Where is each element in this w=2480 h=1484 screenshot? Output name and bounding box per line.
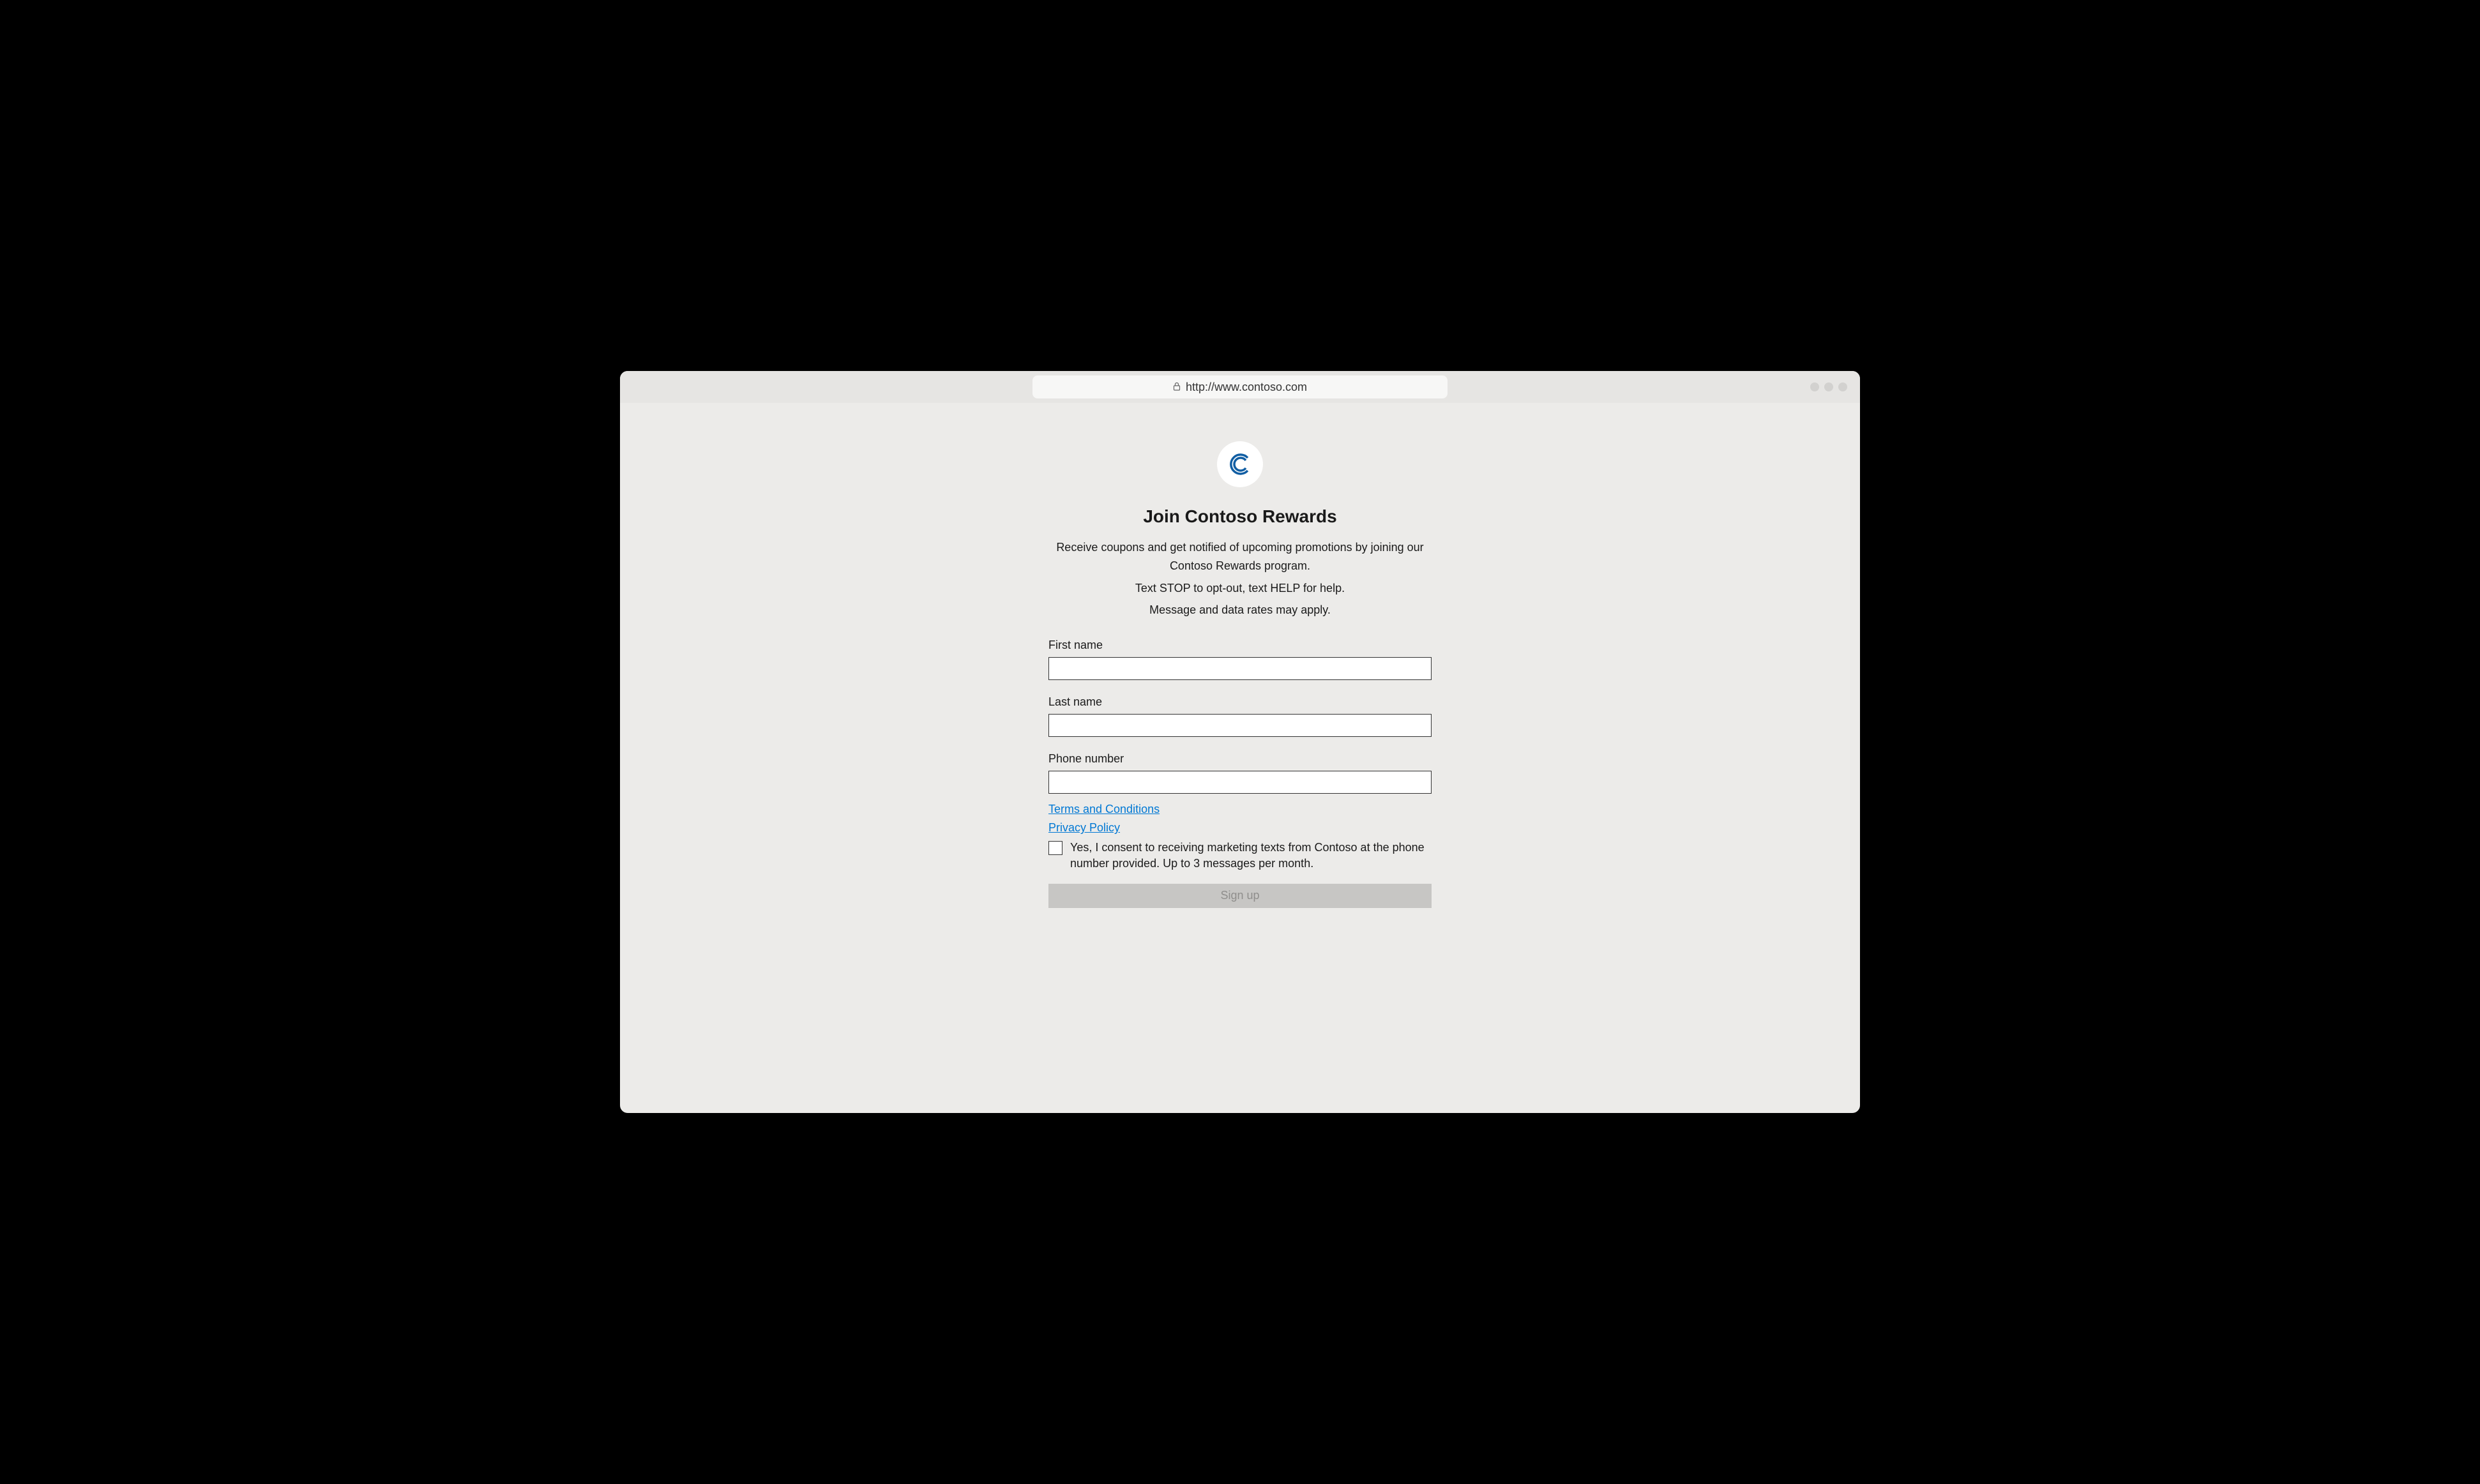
first-name-label: First name (1048, 639, 1432, 652)
last-name-input[interactable] (1048, 714, 1432, 737)
description-line-1: Receive coupons and get notified of upco… (1048, 538, 1432, 575)
phone-number-label: Phone number (1048, 752, 1432, 766)
logo-wrapper (1048, 441, 1432, 487)
last-name-label: Last name (1048, 695, 1432, 709)
signup-button[interactable]: Sign up (1048, 884, 1432, 908)
first-name-input[interactable] (1048, 657, 1432, 680)
url-bar[interactable]: http://www.contoso.com (1032, 375, 1448, 398)
lock-icon (1173, 382, 1181, 393)
description-line-2: Text STOP to opt-out, text HELP for help… (1048, 579, 1432, 598)
browser-chrome: http://www.contoso.com (620, 371, 1860, 403)
form-section: First name Last name Phone number Terms … (1048, 639, 1432, 907)
description-line-3: Message and data rates may apply. (1048, 601, 1432, 619)
contoso-c-icon (1227, 451, 1253, 477)
page-content: Join Contoso Rewards Receive coupons and… (620, 403, 1860, 1113)
window-control-dot[interactable] (1810, 382, 1819, 391)
window-control-dot[interactable] (1838, 382, 1847, 391)
consent-text: Yes, I consent to receiving marketing te… (1070, 840, 1432, 872)
window-control-dot[interactable] (1824, 382, 1833, 391)
signup-form-container: Join Contoso Rewards Receive coupons and… (1048, 441, 1432, 1087)
consent-checkbox[interactable] (1048, 841, 1062, 855)
terms-and-conditions-link[interactable]: Terms and Conditions (1048, 803, 1432, 816)
phone-number-input[interactable] (1048, 771, 1432, 794)
privacy-policy-link[interactable]: Privacy Policy (1048, 821, 1432, 835)
page-title: Join Contoso Rewards (1048, 506, 1432, 527)
contoso-logo (1217, 441, 1263, 487)
url-text: http://www.contoso.com (1186, 381, 1307, 394)
browser-window: http://www.contoso.com Join Contoso Rewa… (620, 371, 1860, 1113)
consent-row: Yes, I consent to receiving marketing te… (1048, 840, 1432, 872)
window-controls (1810, 382, 1847, 391)
